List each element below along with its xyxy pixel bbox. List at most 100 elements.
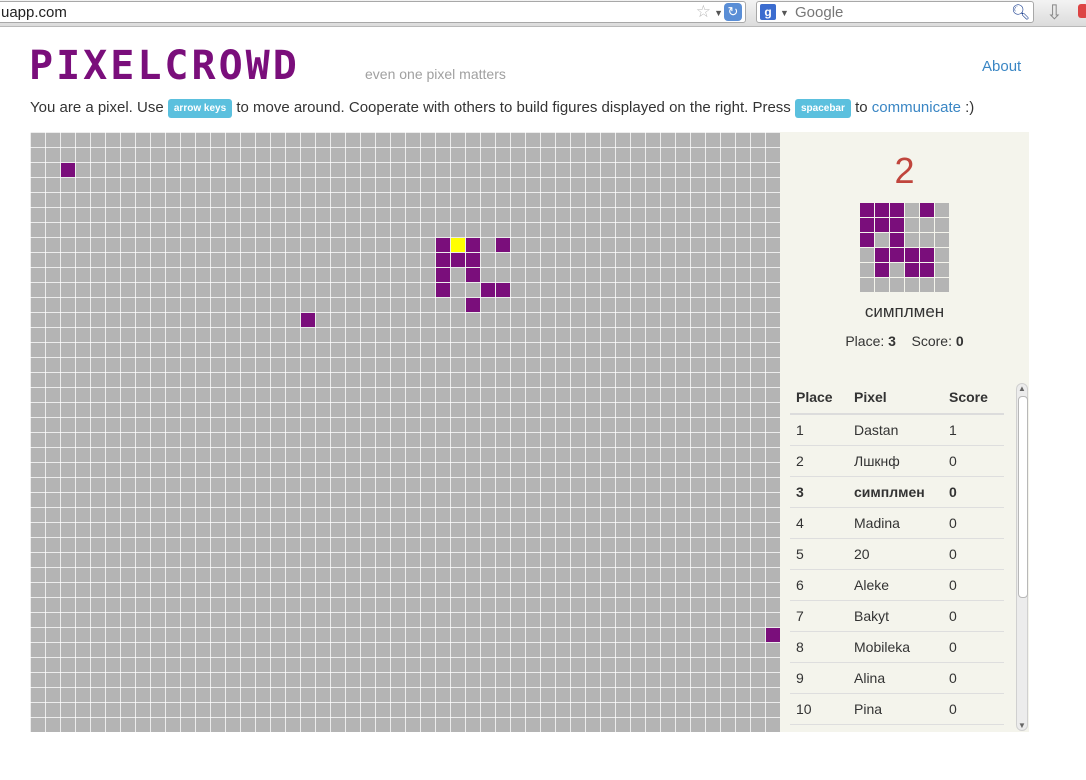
place-value: 3 (888, 333, 896, 349)
instructions-text: You are a pixel. Use (30, 99, 164, 116)
chevron-down-icon[interactable]: ▼ (780, 8, 789, 18)
about-link[interactable]: About (982, 58, 1021, 75)
place-cell: 5 (790, 538, 848, 570)
bookmark-star-icon[interactable]: ☆ (696, 2, 711, 22)
smiley-text: :) (965, 99, 975, 116)
search-engine-icon[interactable]: g (760, 4, 776, 20)
instructions-text: to move around. Cooperate with others to… (236, 99, 791, 116)
instructions-text: to (855, 99, 868, 116)
self-pixel (451, 238, 465, 252)
score-cell: 0 (943, 693, 1004, 725)
pixel-name-cell: Alina (848, 662, 943, 694)
pixel-name-cell: 20 (848, 538, 943, 570)
figure-cell-empty (905, 218, 919, 232)
score-cell: 0 (943, 600, 1004, 632)
score-cell: 0 (943, 476, 1004, 508)
address-bar[interactable]: uapp.com ☆ ▼ ↻ (0, 1, 746, 23)
figure-cell-empty (860, 248, 874, 262)
player-pixel (496, 238, 510, 252)
pixel-name-cell: Pina (848, 693, 943, 725)
leaderboard-row: 9 Alina 0 (790, 662, 1004, 694)
search-input[interactable]: Google (795, 4, 843, 21)
score-cell: 0 (943, 538, 1004, 570)
player-pixel (466, 253, 480, 267)
place-cell: 2 (790, 445, 848, 477)
game-board[interactable] (30, 132, 780, 732)
place-cell: 9 (790, 662, 848, 694)
column-header: Place (790, 382, 848, 415)
figure-cell-empty (860, 263, 874, 277)
figure-cell-empty (920, 218, 934, 232)
figure-cell-filled (890, 218, 904, 232)
place-cell: 1 (790, 414, 848, 446)
player-pixel (466, 238, 480, 252)
figure-cell-filled (905, 248, 919, 262)
chevron-down-icon[interactable]: ▼ (714, 8, 723, 18)
place-cell: 10 (790, 693, 848, 725)
player-pixel (451, 253, 465, 267)
arrow-keys-badge: arrow keys (167, 99, 233, 118)
figure-cell-empty (890, 263, 904, 277)
leaderboard-row: 10 Pina 0 (790, 693, 1004, 725)
column-header: Score (943, 382, 1004, 415)
player-name: симплмен (864, 302, 945, 321)
leaderboard-table: Place Pixel Score 1 Dastan 1 2 Лшкнф 0 3 симплм… (790, 382, 1004, 725)
player-pixel (61, 163, 75, 177)
communicate-link[interactable]: communicate (872, 99, 961, 116)
place-cell: 8 (790, 631, 848, 663)
leaderboard-header: Place Pixel Score (790, 382, 1004, 415)
place-cell: 3 (790, 476, 848, 508)
player-pixel (436, 268, 450, 282)
player-stats: Place: 3 Score: 0 (780, 333, 1029, 349)
figure-cell-filled (860, 218, 874, 232)
figure-cell-empty (935, 203, 949, 217)
logo[interactable]: PIXELCROWD (29, 44, 300, 88)
leaderboard-row: 1 Dastan 1 (790, 414, 1004, 446)
pixel-name-cell: Dastan (848, 414, 943, 446)
figure-cell-filled (905, 263, 919, 277)
place-cell: 6 (790, 569, 848, 601)
leaderboard-row: 8 Mobileka 0 (790, 631, 1004, 663)
player-pixel (496, 283, 510, 297)
search-box[interactable]: g ▼ Google 🔍︎ (756, 1, 1034, 23)
player-pixel (301, 313, 315, 327)
figure-cell-empty (935, 218, 949, 232)
menu-icon[interactable] (1078, 4, 1086, 18)
column-header: Pixel (848, 382, 943, 415)
place-cell: 4 (790, 507, 848, 539)
figure-cell-filled (875, 218, 889, 232)
leaderboard-scrollbar[interactable]: ▲ ▼ (1016, 383, 1028, 731)
figure-cell-filled (860, 233, 874, 247)
figure-cell-empty (920, 233, 934, 247)
download-icon[interactable]: ⇩ (1046, 0, 1063, 25)
score-label: Score: (911, 333, 952, 349)
spacebar-badge: spacebar (794, 99, 851, 118)
leaderboard-row: 7 Bakyt 0 (790, 600, 1004, 632)
figure-cell-filled (875, 248, 889, 262)
instructions: You are a pixel. Use arrow keys to move … (30, 99, 974, 118)
leaderboard-row: 4 Madina 0 (790, 507, 1004, 539)
pixel-name-cell: Madina (848, 507, 943, 539)
score-cell: 0 (943, 569, 1004, 601)
scroll-up-icon[interactable]: ▲ (1018, 384, 1026, 393)
leaderboard-row: 6 Aleke 0 (790, 569, 1004, 601)
search-icon[interactable]: 🔍︎ (1011, 3, 1030, 21)
tagline: even one pixel matters (365, 66, 506, 82)
place-label: Place: (845, 333, 885, 349)
figure-cell-filled (920, 248, 934, 262)
score-cell: 0 (943, 507, 1004, 539)
figure-cell-filled (860, 203, 874, 217)
figure-cell-empty (935, 233, 949, 247)
figure-cell-filled (920, 263, 934, 277)
url-text[interactable]: uapp.com (1, 4, 67, 21)
scroll-down-icon[interactable]: ▼ (1018, 721, 1026, 730)
figure-number: 2 (894, 150, 915, 191)
player-pixel (766, 628, 780, 642)
player-pixel (436, 253, 450, 267)
figure-cell-filled (875, 203, 889, 217)
reload-icon[interactable]: ↻ (724, 3, 742, 21)
pixel-name-cell: Aleke (848, 569, 943, 601)
scrollbar-thumb[interactable] (1018, 396, 1028, 598)
player-pixel (466, 298, 480, 312)
side-panel: 2 симплмен Place: 3 Score: 0 Place Pixel… (780, 132, 1029, 732)
